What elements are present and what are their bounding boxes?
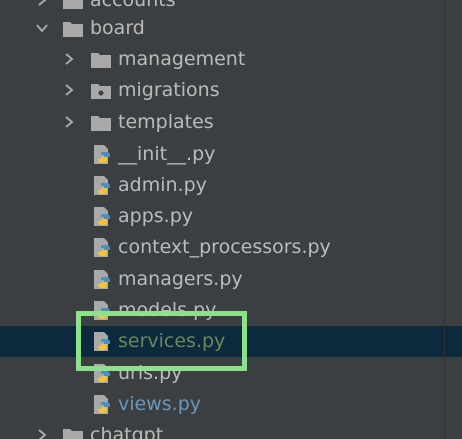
tree-item-label: management <box>118 48 246 70</box>
folder-icon <box>90 113 112 133</box>
folder-icon <box>90 50 112 70</box>
tree-item-label: admin.py <box>118 174 207 196</box>
tree-item-admin-py[interactable]: admin.py <box>0 170 444 201</box>
tree-item-label: views.py <box>118 393 201 415</box>
folder-icon <box>62 426 84 439</box>
folder-icon <box>62 0 84 11</box>
tree-item-label: chatgpt <box>90 424 164 439</box>
chevron-down-icon[interactable] <box>34 20 50 36</box>
tree-item-label: templates <box>118 111 214 133</box>
tree-item-label: managers.py <box>118 268 243 290</box>
tree-item-label: board <box>90 17 145 39</box>
python-file-icon <box>92 237 114 257</box>
tree-item-views-py[interactable]: views.py <box>0 389 444 420</box>
panel-divider <box>444 0 445 439</box>
chevron-right-icon[interactable] <box>34 0 50 8</box>
tree-item-managers-py[interactable]: managers.py <box>0 264 444 295</box>
chevron-right-icon[interactable] <box>34 427 50 439</box>
python-file-icon <box>92 175 114 195</box>
tree-item-apps-py[interactable]: apps.py <box>0 201 444 232</box>
python-file-icon <box>92 269 114 289</box>
tree-item-management[interactable]: management <box>0 44 444 75</box>
annotation-highlight-box <box>76 311 247 371</box>
tree-item-label: apps.py <box>118 205 194 227</box>
python-file-icon <box>92 206 114 226</box>
tree-item-migrations[interactable]: migrations <box>0 75 444 106</box>
tree-item-label: context_processors.py <box>118 236 331 258</box>
chevron-right-icon[interactable] <box>61 114 77 130</box>
python-file-icon <box>92 394 114 414</box>
project-tree: accounts board management migrations tem… <box>0 0 462 439</box>
tree-item-label: __init__.py <box>118 143 216 165</box>
tree-item-chatgpt[interactable]: chatgpt <box>0 420 444 439</box>
tree-item-board[interactable]: board <box>0 13 444 44</box>
folder-icon <box>62 19 84 39</box>
chevron-right-icon[interactable] <box>61 82 77 98</box>
tree-item-templates[interactable]: templates <box>0 107 444 138</box>
python-file-icon <box>92 144 114 164</box>
package-folder-icon <box>90 81 112 101</box>
chevron-right-icon[interactable] <box>61 51 77 67</box>
tree-item-init-py[interactable]: __init__.py <box>0 139 444 170</box>
tree-item-context-processors-py[interactable]: context_processors.py <box>0 232 444 263</box>
tree-item-label: migrations <box>118 79 220 101</box>
